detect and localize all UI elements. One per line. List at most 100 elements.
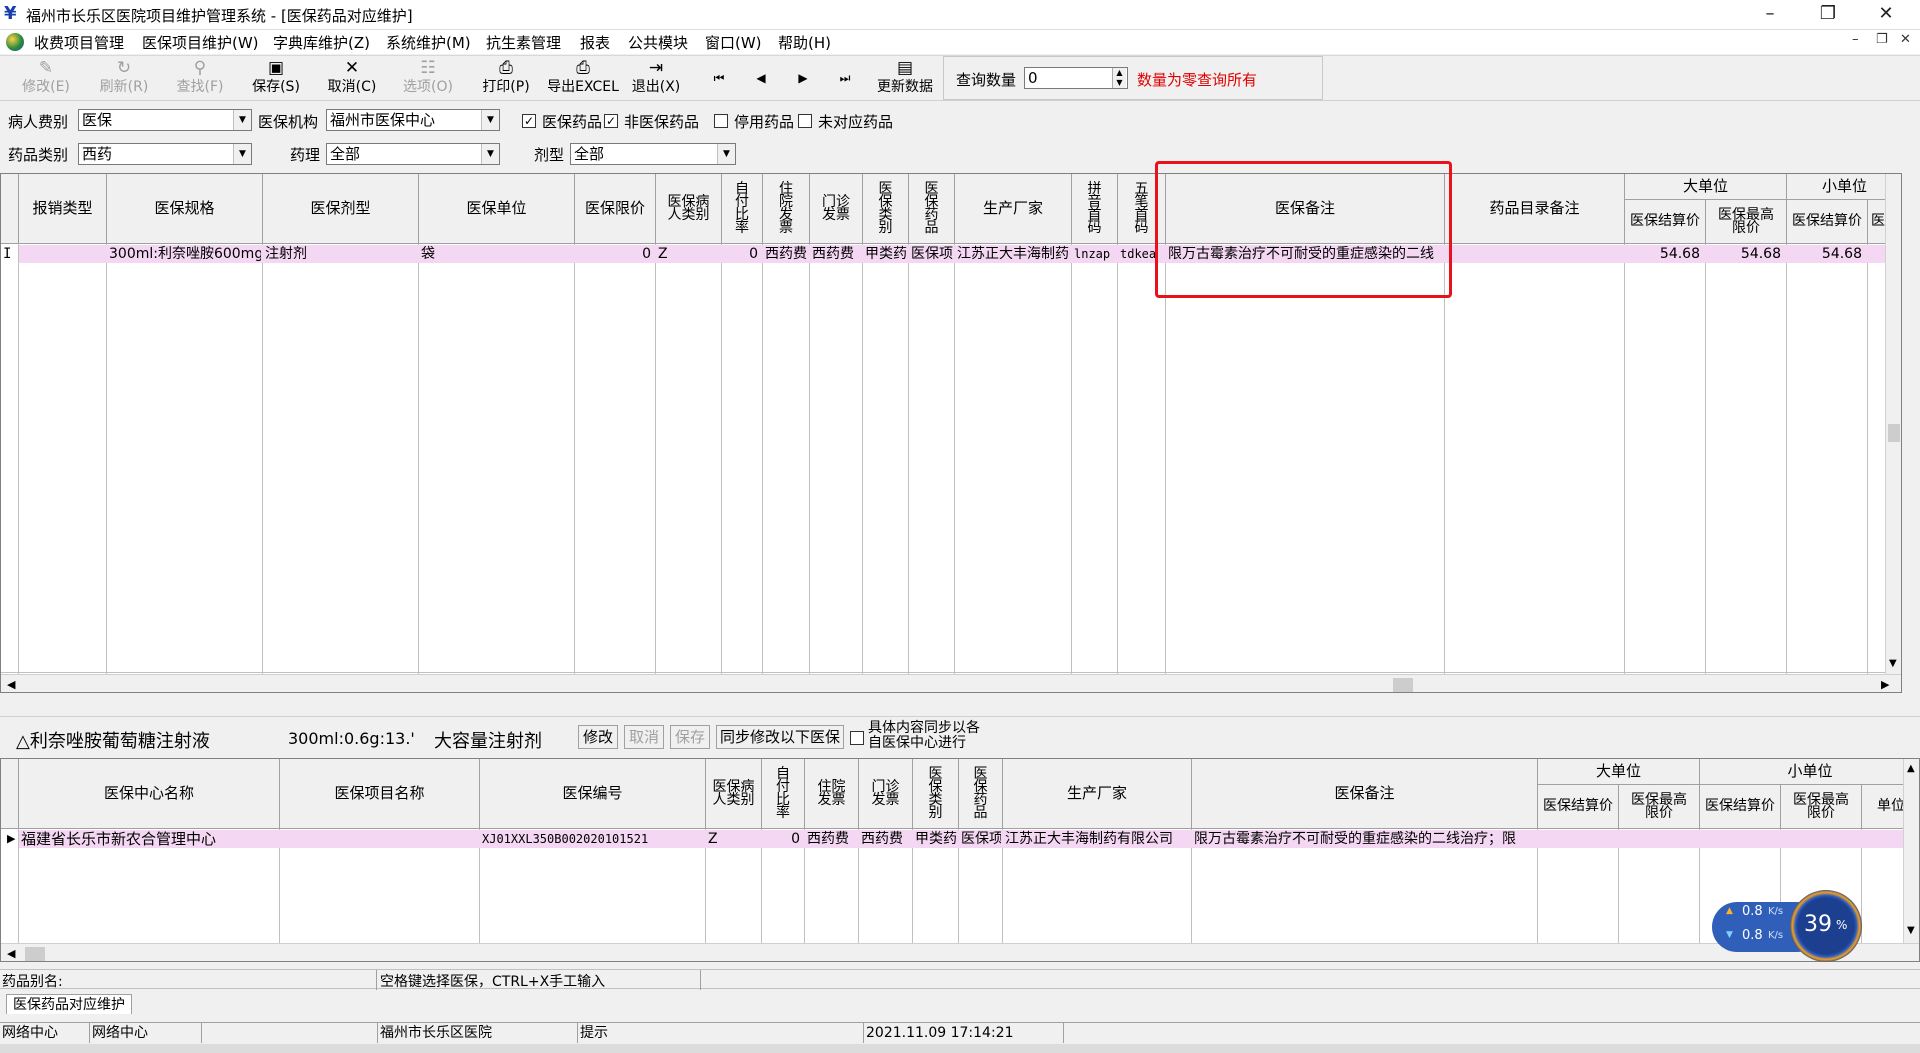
col-small-settle-price[interactable]: 医保结算价 — [1700, 785, 1781, 829]
menu-window[interactable]: 窗口(W) — [705, 32, 762, 53]
cell-insurance-category[interactable]: 甲类药 — [913, 830, 957, 848]
cell-insurance-drug[interactable]: 医保项 — [909, 245, 953, 263]
scroll-thumb[interactable] — [1888, 424, 1900, 442]
mdi-restore-icon[interactable]: ❐ — [1876, 32, 1888, 47]
pharmacology-select[interactable]: 全部 ▼ — [326, 143, 500, 165]
cell-manufacturer[interactable]: 江苏正大丰海制药有限公司 — [1003, 830, 1190, 848]
col-small-settle-price[interactable]: 医保结算价 — [1787, 200, 1868, 244]
col-insurance-dosage[interactable]: 医保剂型 — [263, 174, 419, 244]
cell-insurance-remark[interactable]: 限万古霉素治疗不可耐受的重症感染的二线治疗；限 — [1192, 830, 1536, 848]
col-insurance-unit[interactable]: 医保单位 — [419, 174, 575, 244]
menu-charge-items[interactable]: 收费项目管理 — [34, 32, 124, 53]
save-button[interactable]: ▣ 保存(S) — [246, 58, 306, 100]
cell-insurance-category[interactable]: 甲类药 — [863, 245, 907, 263]
col-center-name[interactable]: 医保中心名称 — [19, 759, 280, 829]
patient-type-select[interactable]: 医保 ▼ — [78, 109, 252, 131]
memory-gauge[interactable]: 39 % — [1790, 890, 1862, 962]
disabled-drug-checkbox[interactable] — [714, 114, 728, 128]
cell-inpatient-invoice[interactable]: 西药费 — [763, 245, 808, 263]
col-outpatient-invoice[interactable]: 门诊发票 — [859, 759, 913, 829]
export-excel-button[interactable]: ⎙ 导出EXCEL — [546, 58, 620, 100]
col-pinyin-code[interactable]: 拼音首码 — [1072, 174, 1118, 244]
last-record-icon[interactable]: ⏭ — [834, 68, 856, 88]
menu-reports[interactable]: 报表 — [580, 32, 610, 53]
insured-drug-checkbox[interactable]: ✓ — [522, 114, 536, 128]
col-patient-category[interactable]: 医保病人类别 — [706, 759, 762, 829]
minimize-button[interactable]: – — [1742, 0, 1798, 30]
scroll-left-icon[interactable]: ◀ — [7, 678, 15, 691]
scroll-up-icon[interactable]: ▲ — [1907, 763, 1915, 774]
col-catalog-remark[interactable]: 药品目录备注 — [1445, 174, 1625, 244]
col-large-settle-price[interactable]: 医保结算价 — [1538, 785, 1619, 829]
refresh-button[interactable]: ↻ 刷新(R) — [94, 58, 154, 100]
restore-button[interactable]: ❐ — [1800, 0, 1856, 30]
col-insurance-remark[interactable]: 医保备注 — [1192, 759, 1538, 829]
dosage-form-select[interactable]: 全部 ▼ — [570, 143, 736, 165]
cell-pinyin-code[interactable]: lnzap — [1072, 245, 1116, 263]
mdi-close-icon[interactable]: ✕ — [1900, 32, 1911, 47]
col-manufacturer[interactable]: 生产厂家 — [1003, 759, 1192, 829]
tab-drug-mapping[interactable]: 医保药品对应维护 — [6, 994, 132, 1014]
scroll-left-icon[interactable]: ◀ — [7, 947, 15, 960]
noninsured-drug-checkbox[interactable]: ✓ — [604, 114, 618, 128]
col-reimburse-type[interactable]: 报销类型 — [19, 174, 107, 244]
horizontal-scrollbar[interactable]: ◀ — [1, 943, 1919, 961]
menu-system[interactable]: 系统维护(M) — [386, 32, 471, 53]
sync-modify-button[interactable]: 同步修改以下医保 — [716, 725, 844, 749]
cell-manufacturer[interactable]: 江苏正大丰海制药 — [955, 245, 1070, 263]
detail-modify-button[interactable]: 修改 — [578, 725, 618, 749]
modify-button[interactable]: ✎ 修改(E) — [16, 58, 76, 100]
first-record-icon[interactable]: ⏮ — [708, 68, 730, 88]
print-button[interactable]: ⎙ 打印(P) — [476, 58, 536, 100]
scroll-thumb[interactable] — [25, 947, 45, 961]
col-insurance-drug[interactable]: 医保药品 — [959, 759, 1003, 829]
menu-antibiotics[interactable]: 抗生素管理 — [486, 32, 561, 53]
menu-help[interactable]: 帮助(H) — [778, 32, 831, 53]
scroll-down-icon[interactable]: ▼ — [1889, 658, 1897, 669]
next-record-icon[interactable]: ▶ — [792, 68, 814, 88]
prev-record-icon[interactable]: ◀ — [750, 68, 772, 88]
menu-public[interactable]: 公共模块 — [628, 32, 688, 53]
col-large-max-price[interactable]: 医保最高限价 — [1619, 785, 1700, 829]
cell-small-settle-price[interactable]: 54.68 — [1787, 245, 1866, 263]
horizontal-scrollbar[interactable]: ◀ ▶ — [1, 674, 1901, 692]
cell-unit[interactable]: 袋 — [419, 245, 573, 263]
close-button[interactable]: ✕ — [1858, 0, 1914, 30]
find-button[interactable]: ⚲ 查找(F) — [170, 58, 230, 100]
cell-outpatient-invoice[interactable]: 西药费 — [810, 245, 861, 263]
cell-large-max-price[interactable]: 54.68 — [1706, 245, 1785, 263]
col-large-max-price[interactable]: 医保最高限价 — [1706, 200, 1787, 244]
col-manufacturer[interactable]: 生产厂家 — [955, 174, 1072, 244]
col-insurance-code[interactable]: 医保编号 — [480, 759, 706, 829]
menu-insurance-items[interactable]: 医保项目维护(W) — [142, 32, 259, 53]
col-insurance-category[interactable]: 医保类别 — [863, 174, 909, 244]
vertical-scrollbar[interactable]: ▲ ▼ — [1903, 759, 1919, 943]
cell-outpatient-invoice[interactable]: 西药费 — [859, 830, 911, 848]
col-item-name[interactable]: 医保项目名称 — [280, 759, 480, 829]
col-inpatient-invoice[interactable]: 住院发票 — [805, 759, 859, 829]
col-large-settle-price[interactable]: 医保结算价 — [1625, 200, 1706, 244]
detail-cancel-button[interactable]: 取消 — [624, 725, 664, 749]
detail-save-button[interactable]: 保存 — [670, 725, 710, 749]
options-button[interactable]: ☷ 选项(O) — [398, 58, 458, 100]
cell-spec[interactable]: 300ml:利奈唑胺600mg± — [107, 245, 261, 263]
mdi-minimize-icon[interactable]: – — [1852, 32, 1859, 47]
cell-patient-category[interactable]: Z — [656, 245, 720, 263]
cancel-button[interactable]: ✕ 取消(C) — [322, 58, 382, 100]
cell-center-name[interactable]: 福建省长乐市新农合管理中心 — [19, 830, 278, 848]
col-self-pay-ratio[interactable]: 自付比率 — [762, 759, 805, 829]
unmatched-drug-checkbox[interactable] — [798, 114, 812, 128]
insurer-select[interactable]: 福州市医保中心 ▼ — [326, 109, 500, 131]
vertical-scrollbar[interactable]: ▼ — [1885, 174, 1901, 674]
sync-checkbox[interactable] — [850, 731, 864, 745]
col-patient-category[interactable]: 医保病人类别 — [656, 174, 722, 244]
col-price-limit[interactable]: 医保限价 — [575, 174, 656, 244]
cell-large-settle-price[interactable]: 54.68 — [1625, 245, 1704, 263]
scroll-right-icon[interactable]: ▶ — [1881, 678, 1889, 691]
cell-patient-category[interactable]: Z — [706, 830, 760, 848]
col-small-max-price[interactable]: 医保最高限价 — [1781, 785, 1862, 829]
cell-insurance-drug[interactable]: 医保项 — [959, 830, 1001, 848]
col-insurance-spec[interactable]: 医保规格 — [107, 174, 263, 244]
col-inpatient-invoice[interactable]: 住院发票 — [763, 174, 810, 244]
cell-price-limit[interactable]: 0 — [575, 245, 653, 263]
